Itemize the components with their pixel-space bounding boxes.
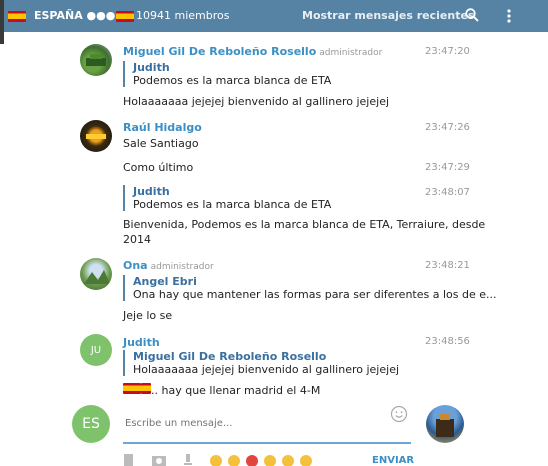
window-edge xyxy=(0,0,4,44)
microphone-icon[interactable] xyxy=(183,453,193,466)
message-author[interactable]: Ona administrador xyxy=(123,259,214,272)
author-role: administrador xyxy=(319,48,383,58)
avatar[interactable]: JU xyxy=(80,334,112,366)
message-time: 23:47:20 xyxy=(425,46,470,57)
reply-text: Holaaaaaaa jejejej bienvenido al galline… xyxy=(133,363,400,376)
message-text: Holaaaaaaa jejejej bienvenido al galline… xyxy=(123,95,390,108)
message-text: 2014 xyxy=(123,233,151,246)
message-author[interactable]: Judith xyxy=(123,336,160,349)
avatar[interactable] xyxy=(80,120,112,152)
emoji-icon[interactable] xyxy=(210,455,222,466)
message-text-body: .. hay que llenar madrid el 4-M xyxy=(151,384,321,397)
emoji-icon[interactable] xyxy=(228,455,240,466)
message-author[interactable]: Raúl Hidalgo xyxy=(123,121,202,134)
author-role: administrador xyxy=(150,262,214,272)
reply-text: Podemos es la marca blanca de ETA xyxy=(133,74,332,87)
send-button[interactable]: ENVIAR xyxy=(372,455,414,466)
message-time: 23:47:26 xyxy=(425,122,470,133)
message-time: 23:47:29 xyxy=(425,162,470,173)
emoji-icon[interactable] xyxy=(264,455,276,466)
message-text: Jeje lo se xyxy=(123,309,173,322)
message-author[interactable]: Miguel Gil De Reboleño Rosello administra… xyxy=(123,45,382,58)
message-time: 23:48:21 xyxy=(425,260,470,271)
document-icon[interactable] xyxy=(123,453,135,466)
message-text: Bienvenida, Podemos es la marca blanca d… xyxy=(123,218,486,231)
reply-text: Ona hay que mantener las formas para ser… xyxy=(133,288,497,301)
message-text: Como último xyxy=(123,161,194,174)
member-count: 10941 miembros xyxy=(136,9,230,22)
spain-flag-icon xyxy=(8,11,26,22)
message-text: Sale Santiago xyxy=(123,137,199,150)
spain-flag-icon xyxy=(116,11,134,22)
reply-quote[interactable]: Judith Podemos es la marca blanca de ETA xyxy=(123,185,331,211)
chat-title[interactable]: ESPAÑA ●●●● xyxy=(34,9,125,22)
chat-header: ESPAÑA ●●●● 10941 miembros Mostrar mensa… xyxy=(0,0,548,44)
message-time: 23:48:56 xyxy=(425,336,470,347)
reply-author: Judith xyxy=(133,185,170,198)
reply-quote[interactable]: Miguel Gil De Reboleño Rosello Holaaaaaa… xyxy=(123,350,399,376)
reply-author: Miguel Gil De Reboleño Rosello xyxy=(133,350,327,363)
emoji-picker-icon[interactable] xyxy=(390,405,408,426)
emoji-icon[interactable] xyxy=(300,455,312,466)
avatar[interactable] xyxy=(80,258,112,290)
avatar[interactable] xyxy=(80,44,112,76)
more-menu-icon[interactable] xyxy=(506,8,512,27)
emoji-icon[interactable] xyxy=(282,455,294,466)
reply-text: Podemos es la marca blanca de ETA xyxy=(133,198,332,211)
heart-emoji-icon[interactable] xyxy=(246,455,258,466)
search-icon[interactable] xyxy=(465,8,479,25)
camera-icon[interactable] xyxy=(152,454,166,466)
reply-author: Angel Ebri xyxy=(133,275,197,288)
composer-avatar: ES xyxy=(72,405,110,443)
reply-author: Judith xyxy=(133,61,170,74)
reply-quote[interactable]: Angel Ebri Ona hay que mantener las form… xyxy=(123,275,496,301)
user-avatar[interactable] xyxy=(426,405,464,443)
reply-quote[interactable]: Judith Podemos es la marca blanca de ETA xyxy=(123,61,331,87)
message-input[interactable] xyxy=(123,404,411,444)
message-text: .. hay que llenar madrid el 4-M xyxy=(123,383,320,397)
spain-flag-icon xyxy=(123,383,141,394)
spain-flag-icon xyxy=(141,383,151,394)
show-recent-messages-button[interactable]: Mostrar mensajes recientes xyxy=(302,9,474,22)
message-time: 23:48:07 xyxy=(425,187,470,198)
